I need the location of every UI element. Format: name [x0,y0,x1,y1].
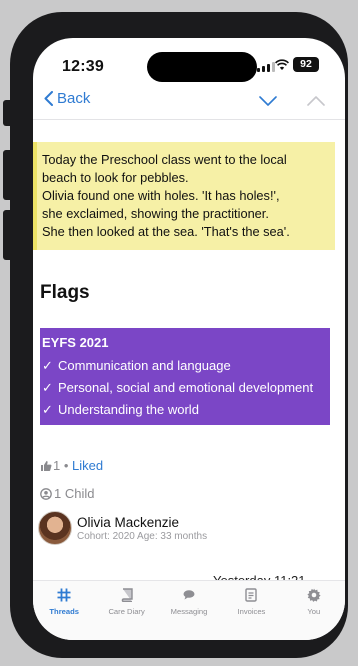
back-label: Back [57,90,91,107]
tab-care-diary[interactable]: Care Diary [95,581,157,640]
flags-framework-title: EYFS 2021 [42,335,109,350]
tab-bar: Threads Care Diary Messaging Invoices Yo… [33,580,345,640]
flag-label: Personal, social and emotional developme… [58,380,314,395]
tab-you[interactable]: You [283,581,345,640]
tab-threads[interactable]: Threads [33,581,95,640]
children-count-row: 1 Child [40,486,94,501]
flags-box: EYFS 2021 ✓ Communication and language ✓… [40,328,330,425]
volume-up-button [3,150,11,200]
dynamic-island [147,52,257,82]
tab-label: Care Diary [108,607,145,616]
chat-bubble-icon [183,590,195,600]
mute-switch [3,100,11,126]
likes-count: 1 [53,458,61,473]
note-line: beach to look for pebbles. [42,170,189,185]
child-row[interactable]: Olivia Mackenzie Cohort: 2020 Age: 33 mo… [38,511,207,545]
flag-item: ✓ Personal, social and emotional develop… [40,379,330,397]
flags-heading: Flags [40,282,90,303]
status-time: 12:39 [62,58,104,75]
volume-down-button [3,210,11,260]
signal-icon [257,62,275,72]
invoice-icon [245,588,258,602]
battery-indicator: 92 [293,57,319,72]
child-name: Olivia Mackenzie [77,514,180,530]
tab-invoices[interactable]: Invoices [220,581,282,640]
tab-label: Threads [49,607,79,616]
check-icon: ✓ [42,380,53,395]
likes-row[interactable]: 1 • Liked [40,458,103,473]
flag-label: Understanding the world [58,402,199,417]
flag-item: ✓ Understanding the world [40,401,330,419]
navigation-bar: Back [33,82,345,120]
flag-label: Communication and language [58,358,231,373]
book-icon [121,588,133,602]
check-icon: ✓ [42,358,53,373]
check-icon: ✓ [42,402,53,417]
child-icon [40,487,52,500]
back-button[interactable]: Back [44,90,90,107]
chevron-left-icon [44,91,53,106]
liked-link[interactable]: Liked [72,458,103,473]
observation-note: Today the Preschool class went to the lo… [33,142,335,250]
tab-label: You [307,607,321,616]
note-line: Today the Preschool class went to the lo… [42,152,287,167]
tab-label: Messaging [170,607,208,616]
wifi-icon [275,59,289,70]
thumbs-up-icon [41,460,52,471]
likes-separator: • [60,458,73,473]
flag-item: ✓ Communication and language [40,357,330,375]
threads-grid-icon [57,588,71,602]
child-avatar [38,511,72,545]
previous-post-chevron-up-icon[interactable] [307,96,325,106]
note-line: she exclaimed, showing the practitioner. [42,206,269,221]
note-line: Olivia found one with holes. 'It has hol… [42,188,280,203]
note-line: She then looked at the sea. 'That's the … [42,224,290,239]
gear-icon [307,588,321,602]
next-post-chevron-down-icon[interactable] [259,96,277,106]
children-count-label: 1 Child [54,486,95,501]
child-meta: Cohort: 2020 Age: 33 months [77,530,208,542]
screen: 12:39 92 Back Today the Preschool class … [33,38,345,640]
tab-messaging[interactable]: Messaging [158,581,220,640]
tab-label: Invoices [237,607,266,616]
